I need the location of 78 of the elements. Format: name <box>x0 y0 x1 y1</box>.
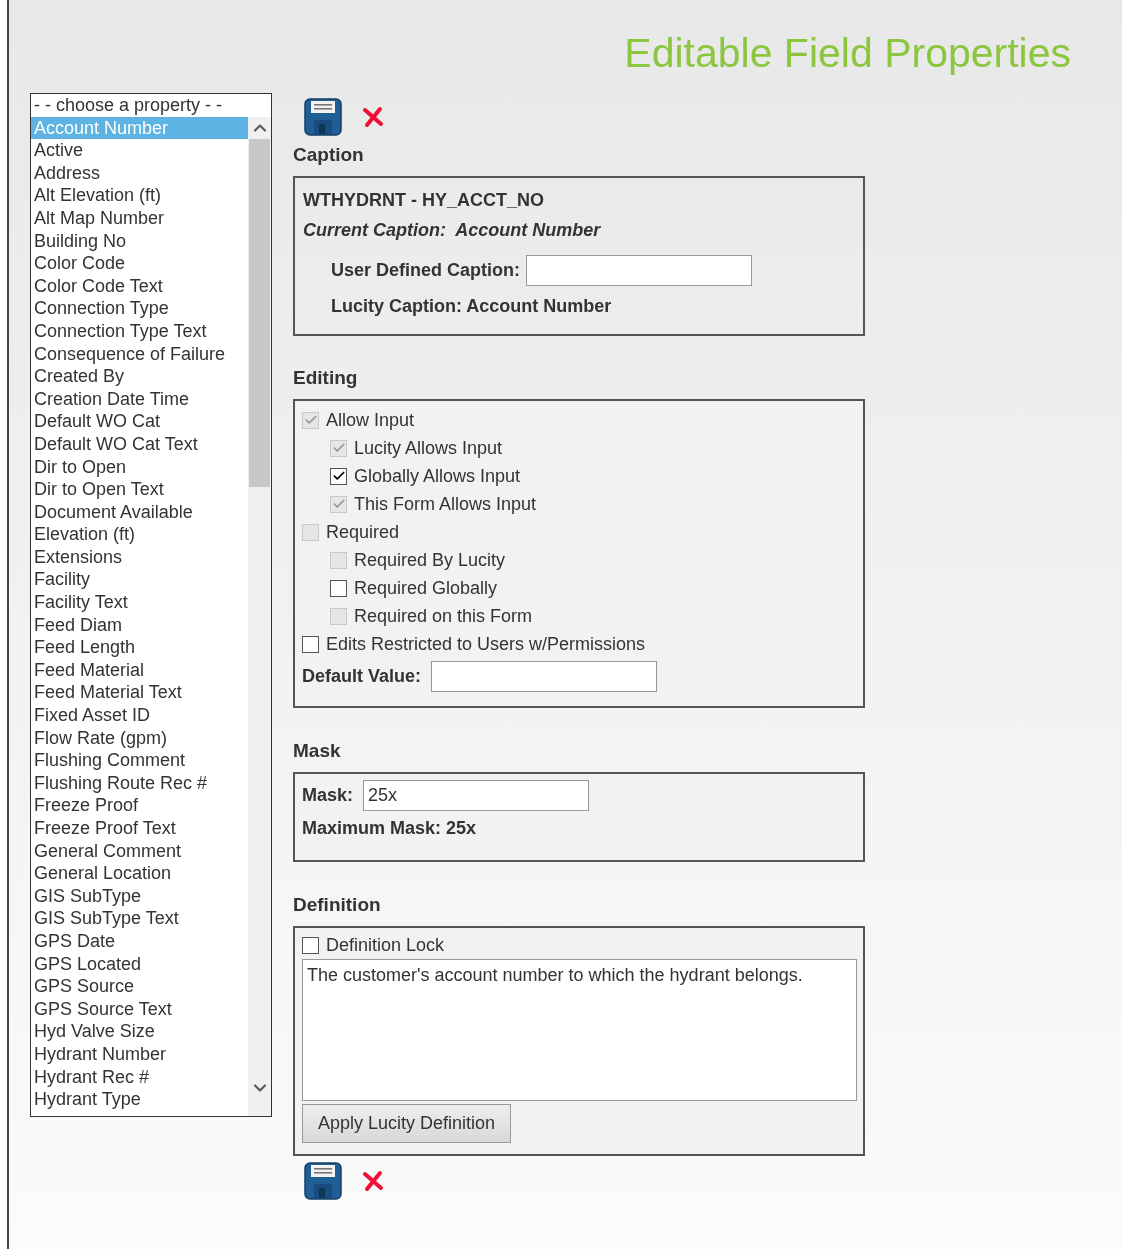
list-option[interactable]: Feed Diam <box>31 613 248 637</box>
section-heading: Definition <box>293 893 382 917</box>
list-option[interactable]: Flushing Route Rec # <box>31 771 248 795</box>
list-option[interactable]: Hydrant Number <box>31 1042 248 1066</box>
list-option[interactable]: Consequence of Failure <box>31 342 248 366</box>
list-option[interactable]: Alt Elevation (ft) <box>31 184 248 207</box>
list-option[interactable]: Freeze Proof <box>31 794 248 817</box>
scrollbar[interactable] <box>248 116 271 1116</box>
close-icon[interactable] <box>362 106 384 128</box>
list-option[interactable]: Facility <box>31 568 248 592</box>
checkbox-label: Lucity Allows Input <box>354 436 503 460</box>
section-heading: Caption <box>293 143 365 167</box>
list-option[interactable]: Feed Material <box>31 658 248 682</box>
checkbox-label: Globally Allows Input <box>354 464 521 488</box>
list-option[interactable]: Building No <box>31 229 248 253</box>
maximum-mask: Maximum Mask: 25x <box>302 817 478 840</box>
list-option[interactable]: GIS SubType Text <box>31 907 248 930</box>
list-option[interactable]: Hydrant Rec # <box>31 1065 248 1089</box>
page-title: Editable Field Properties <box>624 29 1071 78</box>
checkbox-label: Edits Restricted to Users w/Permissions <box>326 632 646 656</box>
list-option[interactable]: General Comment <box>31 839 248 863</box>
list-option[interactable]: Color Code <box>31 252 248 275</box>
list-option[interactable]: Document Available <box>31 500 248 524</box>
list-option[interactable]: Color Code Text <box>31 274 248 298</box>
close-icon[interactable] <box>362 1170 384 1192</box>
section-heading: Mask <box>293 739 342 763</box>
checkbox-label: Required Globally <box>354 576 498 600</box>
list-option[interactable]: GPS Source <box>31 975 248 998</box>
definition-textarea[interactable]: The customer's account number to which the hydrant belongs. <box>302 959 857 1101</box>
list-option[interactable]: Active <box>31 139 248 162</box>
list-option[interactable]: Dir to Open <box>31 455 248 479</box>
apply-definition-button[interactable]: Apply Lucity Definition <box>302 1104 512 1143</box>
checkbox[interactable] <box>302 936 319 954</box>
list-option[interactable]: GPS Source Text <box>31 997 248 1021</box>
list-option[interactable]: Facility Text <box>31 591 248 614</box>
checkbox-label: Required <box>326 520 400 544</box>
checkbox-label: Allow Input <box>326 408 415 432</box>
user-caption-field[interactable] <box>526 254 753 286</box>
checkbox-label: Definition Lock <box>326 933 445 957</box>
checkbox-label: Required on this Form <box>354 604 533 628</box>
property-listbox[interactable] <box>30 93 272 1117</box>
lucity-caption: Lucity Caption: Account Number <box>330 295 613 318</box>
mask-field[interactable]: 25x <box>363 779 590 811</box>
list-option[interactable]: Default WO Cat Text <box>31 432 248 456</box>
checkbox-label: This Form Allows Input <box>354 492 537 516</box>
current-caption: Current Caption: Account Number <box>303 219 602 242</box>
list-option[interactable]: Feed Material Text <box>31 681 248 705</box>
default-value-field[interactable] <box>431 661 658 692</box>
list-option[interactable]: Elevation (ft) <box>31 523 248 546</box>
list-option[interactable]: Fixed Asset ID <box>31 704 248 727</box>
list-option[interactable]: GPS Date <box>31 929 248 953</box>
list-option[interactable]: GIS SubType <box>31 884 248 908</box>
list-option[interactable]: Address <box>31 161 248 185</box>
list-option[interactable]: Flow Rate (gpm) <box>31 726 248 750</box>
list-option[interactable]: Connection Type Text <box>31 319 248 343</box>
list-option[interactable]: Freeze Proof Text <box>31 817 248 840</box>
list-option[interactable]: Alt Map Number <box>31 206 248 230</box>
list-option[interactable]: Flushing Comment <box>31 749 248 772</box>
list-option[interactable]: Dir to Open Text <box>31 478 248 501</box>
list-option[interactable]: Creation Date Time <box>31 387 248 411</box>
list-option[interactable]: - - choose a property - - <box>31 94 271 117</box>
checkbox[interactable] <box>302 635 319 653</box>
scrollbar-thumb[interactable] <box>249 138 270 487</box>
list-option[interactable]: Hydrant Type <box>31 1088 248 1111</box>
list-option[interactable]: Feed Length <box>31 636 248 659</box>
list-option[interactable]: Hyd Valve Size <box>31 1020 248 1043</box>
field-label: User Defined Caption: <box>331 258 521 282</box>
field-name: WTHYDRNT - HY_ACCT_NO <box>303 189 545 212</box>
section-heading: Editing <box>293 366 359 390</box>
list-option[interactable]: Default WO Cat <box>31 410 248 433</box>
checkbox-label: Required By Lucity <box>354 548 506 572</box>
field-label: Default Value: <box>302 665 422 688</box>
field-label: Mask: <box>302 783 354 807</box>
list-option[interactable]: General Location <box>31 862 248 885</box>
list-option[interactable]: Connection Type <box>31 297 248 320</box>
list-option[interactable]: Extensions <box>31 545 248 569</box>
list-option[interactable]: Created By <box>31 365 248 388</box>
list-option[interactable]: GPS Located <box>31 952 248 976</box>
